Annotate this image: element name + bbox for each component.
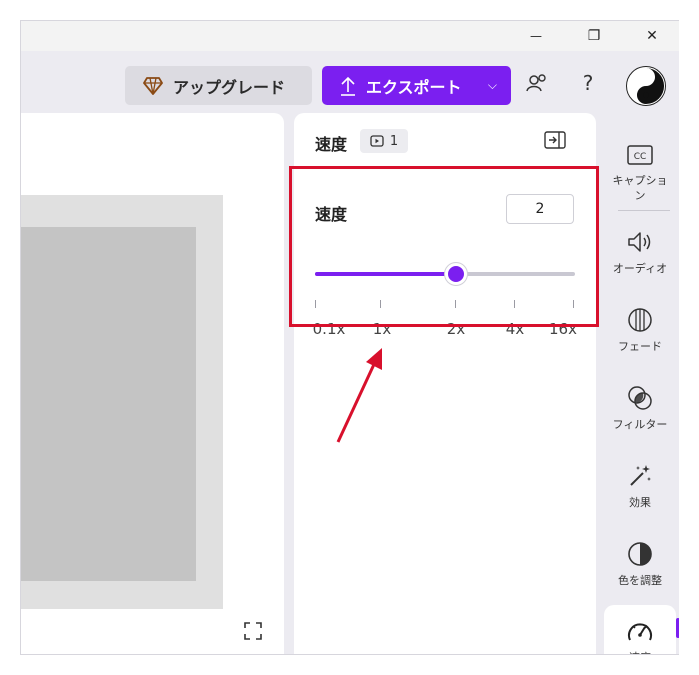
filter-icon bbox=[626, 384, 654, 412]
upgrade-button[interactable]: アップグレード bbox=[125, 66, 312, 105]
audio-icon bbox=[626, 228, 654, 256]
fade-icon bbox=[626, 306, 654, 334]
panel-title: 速度 bbox=[315, 135, 348, 154]
upload-icon bbox=[341, 76, 355, 96]
clip-count-badge: 1 bbox=[360, 129, 408, 153]
sidebar-item-label: フィルター bbox=[612, 418, 668, 431]
restore-button[interactable]: ❐ bbox=[565, 21, 623, 51]
collapse-panel-icon[interactable] bbox=[544, 131, 566, 149]
sidebar-item-label: オーディオ bbox=[612, 262, 668, 275]
adjust-color-icon bbox=[626, 540, 654, 568]
speedometer-icon bbox=[626, 617, 654, 645]
sidebar-item-fade[interactable]: フェード bbox=[604, 306, 676, 354]
sidebar-item-speed[interactable]: 速度 bbox=[604, 605, 676, 654]
help-icon[interactable]: ? bbox=[577, 71, 599, 97]
video-clip-icon bbox=[370, 135, 384, 147]
export-button[interactable]: エクスポート ⌵ bbox=[322, 66, 511, 105]
clip-count: 1 bbox=[389, 133, 399, 149]
app-window: — ❐ ✕ アップグレード エクスポート ⌵ ? 速度 1 速度 2 0.1x … bbox=[20, 20, 679, 655]
minimize-button[interactable]: — bbox=[507, 21, 565, 51]
sidebar-item-effects[interactable]: 効果 bbox=[604, 462, 676, 510]
sidebar-item-label: 色を調整 bbox=[618, 574, 662, 587]
share-people-icon[interactable] bbox=[526, 73, 548, 95]
preview-video bbox=[21, 227, 196, 581]
sidebar-divider bbox=[618, 210, 670, 211]
export-label: エクスポート bbox=[366, 77, 462, 97]
annotation-arrow bbox=[336, 348, 382, 443]
sidebar-item-label: フェード bbox=[618, 340, 662, 353]
upgrade-label: アップグレード bbox=[173, 77, 286, 97]
close-icon: ✕ bbox=[646, 28, 658, 44]
captions-icon: CC bbox=[626, 141, 654, 169]
sidebar-item-label: 効果 bbox=[629, 496, 651, 509]
restore-icon: ❐ bbox=[587, 28, 601, 44]
close-window-button[interactable]: ✕ bbox=[623, 21, 679, 51]
sidebar-item-filter[interactable]: フィルター bbox=[604, 384, 676, 432]
title-bar: — ❐ ✕ bbox=[21, 21, 679, 51]
minimize-icon: — bbox=[530, 29, 542, 43]
panel-header: 速度 1 bbox=[294, 113, 596, 169]
avatar[interactable] bbox=[626, 66, 666, 106]
chevron-down-icon[interactable]: ⌵ bbox=[488, 78, 497, 93]
highlight-annotation bbox=[289, 166, 599, 327]
svg-text:CC: CC bbox=[634, 152, 647, 162]
sidebar-item-adjust-color[interactable]: 色を調整 bbox=[604, 540, 676, 588]
fullscreen-icon[interactable] bbox=[243, 621, 263, 641]
sidebar-item-label: キャプション bbox=[612, 174, 668, 202]
right-sidebar: CC キャプション オーディオ フェード フィルター 効果 色を調整 bbox=[604, 113, 679, 654]
sidebar-item-captions[interactable]: CC キャプション bbox=[604, 141, 676, 203]
preview-frame bbox=[21, 195, 223, 609]
sidebar-item-label: 速度 bbox=[629, 649, 651, 654]
sidebar-item-audio[interactable]: オーディオ bbox=[604, 228, 676, 276]
video-preview bbox=[21, 113, 284, 654]
active-indicator bbox=[676, 618, 679, 638]
window-shadow bbox=[679, 20, 699, 675]
magic-wand-icon bbox=[626, 462, 654, 490]
diamond-icon bbox=[143, 76, 163, 95]
